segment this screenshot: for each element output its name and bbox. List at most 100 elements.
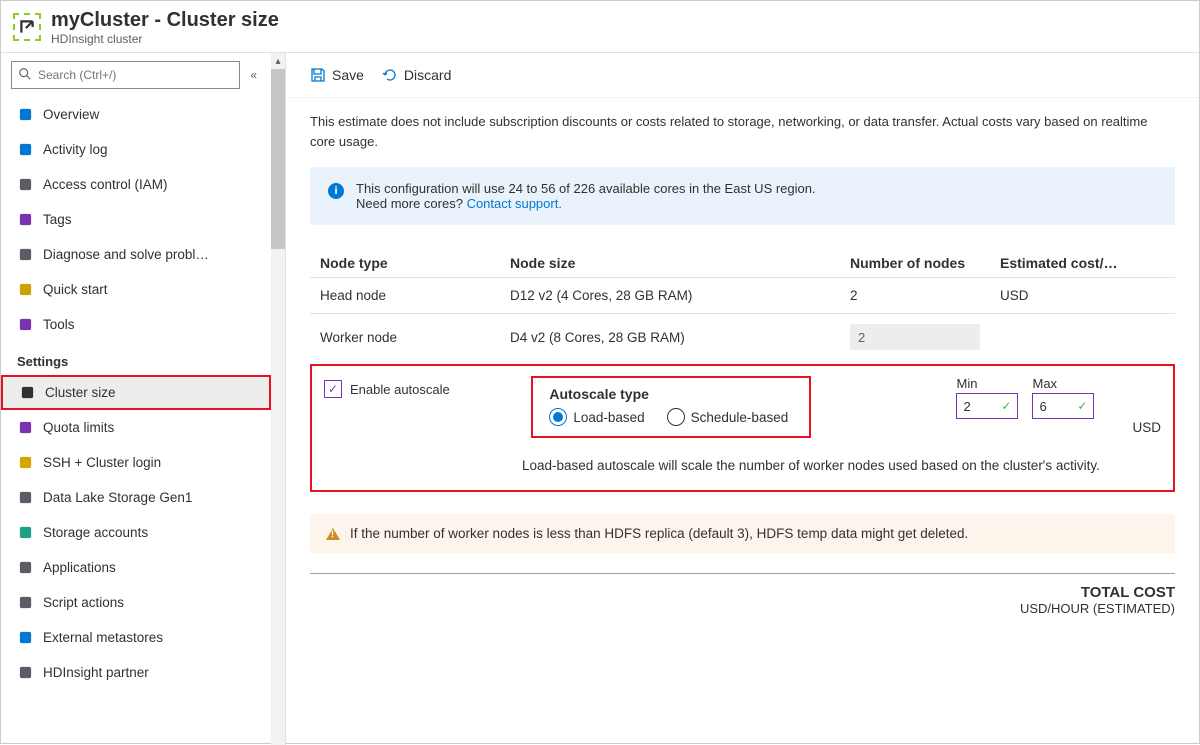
th-node-type: Node type xyxy=(320,255,510,271)
sidebar-item-cluster-size[interactable]: Cluster size xyxy=(1,375,271,410)
autoscale-description: Load-based autoscale will scale the numb… xyxy=(522,456,1161,476)
max-input[interactable]: 6✓ xyxy=(1032,393,1094,419)
info-line1: This configuration will use 24 to 56 of … xyxy=(356,181,816,196)
sidebar-scrollbar[interactable]: ▴ xyxy=(271,53,285,745)
node-table: Node type Node size Number of nodes Esti… xyxy=(310,249,1175,360)
sidebar-item-script-actions[interactable]: Script actions xyxy=(1,585,271,620)
diag-icon xyxy=(17,247,33,263)
sidebar-item-access-control-iam-[interactable]: Access control (IAM) xyxy=(1,167,271,202)
sidebar-item-overview[interactable]: Overview xyxy=(1,97,271,132)
th-num-nodes: Number of nodes xyxy=(850,255,1000,271)
num-nodes-value: 2 xyxy=(850,288,858,303)
sidebar-item-external-metastores[interactable]: External metastores xyxy=(1,620,271,655)
search-icon xyxy=(18,67,32,84)
search-input-wrap[interactable] xyxy=(11,61,240,89)
radio-sched-label: Schedule-based xyxy=(691,410,789,425)
sidebar-item-diagnose-and-solve-probl-[interactable]: Diagnose and solve probl… xyxy=(1,237,271,272)
total-sub: USD/HOUR (ESTIMATED) xyxy=(310,601,1175,616)
sidebar-item-label: Script actions xyxy=(43,595,124,610)
log-icon xyxy=(17,142,33,158)
sidebar-item-applications[interactable]: Applications xyxy=(1,550,271,585)
key-icon xyxy=(17,455,33,471)
info-line2: Need more cores? xyxy=(356,196,467,211)
sidebar-item-quick-start[interactable]: Quick start xyxy=(1,272,271,307)
sidebar-item-label: Quota limits xyxy=(43,420,114,435)
radio-load-based[interactable]: Load-based xyxy=(549,408,644,426)
table-row: Head node D12 v2 (4 Cores, 28 GB RAM) 2 … xyxy=(310,277,1175,313)
row-cost-usd: USD xyxy=(1132,420,1161,438)
db-icon xyxy=(17,630,33,646)
sidebar-item-label: Data Lake Storage Gen1 xyxy=(43,490,192,505)
search-input[interactable] xyxy=(38,68,233,82)
sidebar-item-label: Activity log xyxy=(43,142,108,157)
overview-icon xyxy=(17,107,33,123)
sidebar-item-tags[interactable]: Tags xyxy=(1,202,271,237)
enable-autoscale-checkbox[interactable]: ✓ Enable autoscale xyxy=(324,376,450,398)
toolbar: Save Discard xyxy=(286,53,1199,98)
radio-dot-icon xyxy=(549,408,567,426)
save-icon xyxy=(310,67,326,83)
save-button[interactable]: Save xyxy=(310,67,364,83)
min-value: 2 xyxy=(963,399,970,414)
scroll-thumb[interactable] xyxy=(271,69,285,249)
sidebar-item-storage-accounts[interactable]: Storage accounts xyxy=(1,515,271,550)
checkbox-icon: ✓ xyxy=(324,380,342,398)
sidebar-item-tools[interactable]: Tools xyxy=(1,307,271,342)
sidebar-item-label: HDInsight partner xyxy=(43,665,149,680)
sidebar-item-data-lake-storage-gen-[interactable]: Data Lake Storage Gen1 xyxy=(1,480,271,515)
radio-dot-icon xyxy=(667,408,685,426)
total-cost: TOTAL COST USD/HOUR (ESTIMATED) xyxy=(310,584,1175,616)
min-input[interactable]: 2✓ xyxy=(956,393,1018,419)
autoscale-panel: ✓ Enable autoscale Autoscale type Load-b… xyxy=(310,364,1175,492)
page-title: myCluster - Cluster size xyxy=(51,9,279,32)
cell-cost: USD xyxy=(1000,288,1165,303)
blade-header: myCluster - Cluster size HDInsight clust… xyxy=(1,1,1199,53)
num-nodes-input[interactable] xyxy=(850,324,980,350)
sidebar-item-hdinsight-partner[interactable]: HDInsight partner xyxy=(1,655,271,690)
total-label: TOTAL COST xyxy=(310,584,1175,601)
scroll-up-arrow-icon[interactable]: ▴ xyxy=(271,53,285,69)
radio-load-label: Load-based xyxy=(573,410,644,425)
sidebar-item-label: Storage accounts xyxy=(43,525,148,540)
dls-icon xyxy=(17,490,33,506)
contact-support-link[interactable]: Contact support. xyxy=(467,196,562,211)
cell-size: D12 v2 (4 Cores, 28 GB RAM) xyxy=(510,288,850,303)
info-banner: i This configuration will use 24 to 56 o… xyxy=(310,167,1175,225)
iam-icon xyxy=(17,177,33,193)
warning-text: If the number of worker nodes is less th… xyxy=(350,526,968,541)
stor-icon xyxy=(17,525,33,541)
sidebar-item-label: Quick start xyxy=(43,282,108,297)
quota-icon xyxy=(17,420,33,436)
sidebar-item-ssh-cluster-login[interactable]: SSH + Cluster login xyxy=(1,445,271,480)
sidebar-item-label: Tags xyxy=(43,212,72,227)
sidebar-item-quota-limits[interactable]: Quota limits xyxy=(1,410,271,445)
main-content: Save Discard This estimate does not incl… xyxy=(286,53,1199,745)
autoscale-type-group: Autoscale type Load-based Schedule-based xyxy=(531,376,811,438)
cell-num xyxy=(850,324,1000,350)
collapse-sidebar-button[interactable]: « xyxy=(246,64,261,86)
table-row: Worker node D4 v2 (8 Cores, 28 GB RAM) xyxy=(310,313,1175,360)
cell-type: Head node xyxy=(320,288,510,303)
divider xyxy=(310,573,1175,574)
discard-button[interactable]: Discard xyxy=(382,67,451,83)
cell-num: 2 xyxy=(850,288,1000,303)
check-icon: ✓ xyxy=(1077,399,1087,413)
sidebar-item-label: Tools xyxy=(43,317,75,332)
app-icon xyxy=(17,560,33,576)
cluster-icon xyxy=(19,385,35,401)
max-value: 6 xyxy=(1039,399,1046,414)
th-est-cost: Estimated cost/… xyxy=(1000,255,1165,271)
sidebar: « Overview Activity log Access control (IA… xyxy=(1,53,286,745)
enable-autoscale-label: Enable autoscale xyxy=(350,382,450,397)
sidebar-item-label: Overview xyxy=(43,107,99,122)
discard-icon xyxy=(382,67,398,83)
radio-schedule-based[interactable]: Schedule-based xyxy=(667,408,789,426)
warning-icon xyxy=(326,528,340,540)
sidebar-item-label: Access control (IAM) xyxy=(43,177,168,192)
check-icon: ✓ xyxy=(1001,399,1011,413)
warning-banner: If the number of worker nodes is less th… xyxy=(310,514,1175,553)
sidebar-item-label: Cluster size xyxy=(45,385,116,400)
sidebar-item-activity-log[interactable]: Activity log xyxy=(1,132,271,167)
th-node-size: Node size xyxy=(510,255,850,271)
sidebar-item-label: SSH + Cluster login xyxy=(43,455,161,470)
